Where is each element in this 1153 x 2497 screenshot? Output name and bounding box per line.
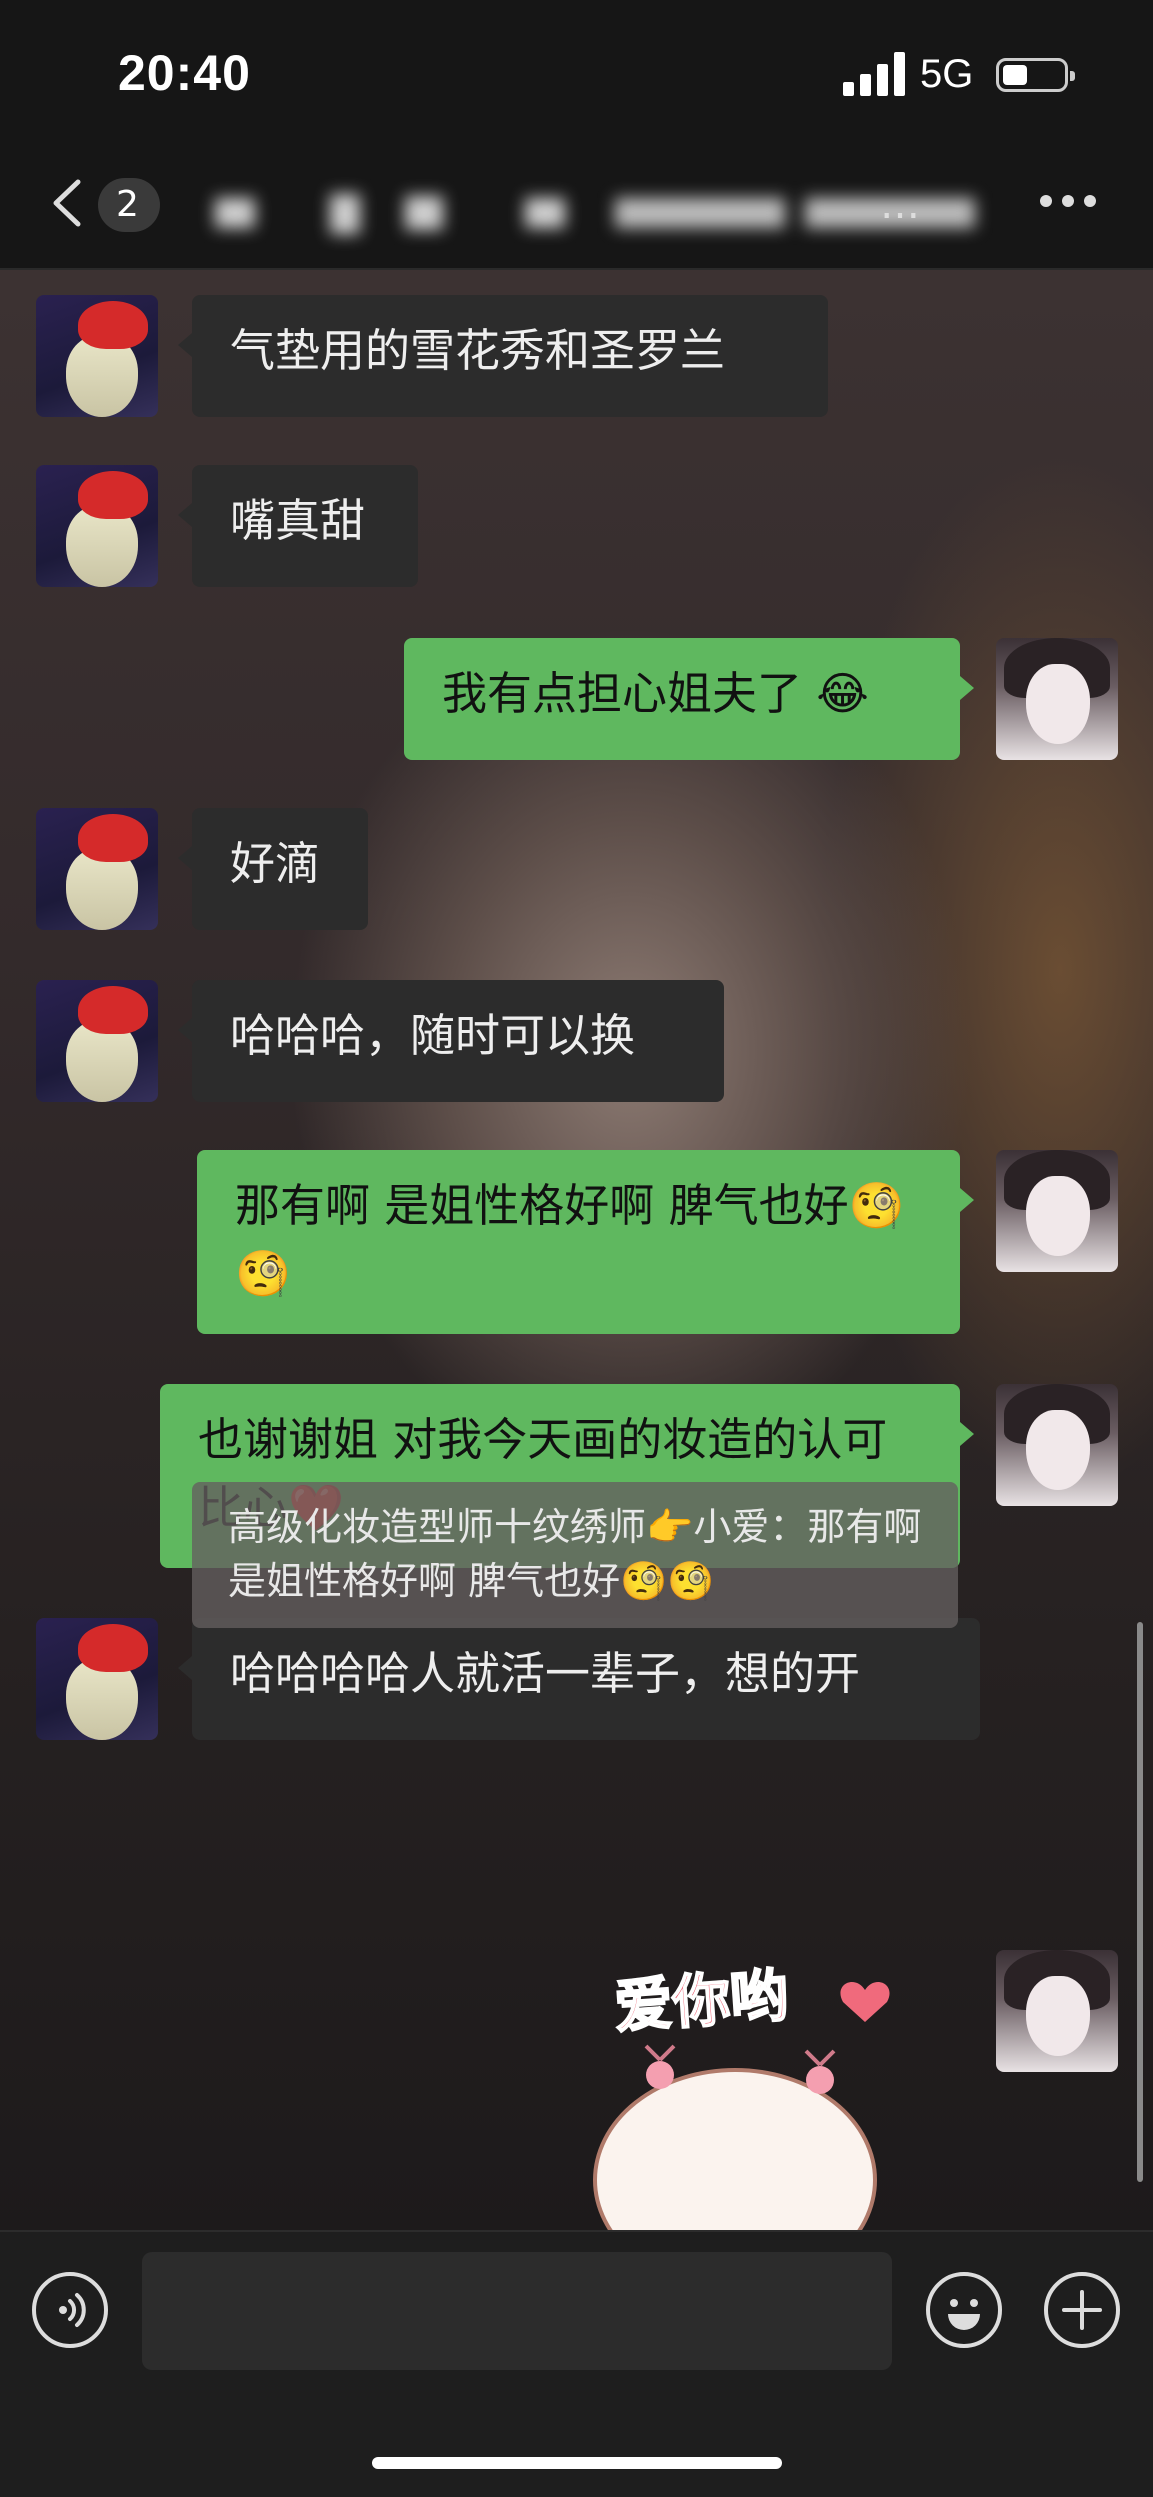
more-icon[interactable] [1040,195,1100,215]
emoji-icon[interactable] [926,2272,1002,2348]
chat-area[interactable]: 气垫用的雪花秀和圣罗兰 嘴真甜 我有点担心姐夫了 😂 好滴 哈哈哈，随时可以换 … [0,270,1153,2230]
contact-avatar[interactable] [36,980,158,1102]
sticker-message[interactable]: 爱你哟 [570,1950,930,2292]
contact-avatar[interactable] [36,295,158,417]
my-avatar[interactable] [996,638,1118,760]
plus-icon[interactable] [1044,2272,1120,2348]
message-bubble[interactable]: 嘴真甜 [178,465,418,587]
status-time: 20:40 [118,45,251,101]
network-type: 5G [920,52,974,96]
message-bubble[interactable]: 气垫用的雪花秀和圣罗兰 [178,295,828,417]
battery-icon [996,58,1075,92]
contact-avatar[interactable] [36,465,158,587]
sticker-text: 爱你哟 [611,1960,791,2042]
message-bubble[interactable]: 哈哈哈，随时可以换 [178,980,724,1102]
signal-icon [843,52,905,96]
chat-title-blurred [215,190,975,238]
contact-avatar[interactable] [36,808,158,930]
message-bubble[interactable]: 哈哈哈哈人就活一辈子，想的开 [178,1618,980,1740]
message-input[interactable] [142,2252,892,2370]
contact-avatar[interactable] [36,1618,158,1740]
message-bubble[interactable]: 好滴 [178,808,368,930]
my-avatar[interactable] [996,1384,1118,1506]
unread-badge: 2 [98,178,160,232]
chat-title[interactable]: … [880,182,960,242]
quoted-message[interactable]: 高级化妆造型师十纹绣师👉小爱：那有啊 是姐性格好啊 脾气也好🧐🧐 [192,1482,958,1628]
message-bubble[interactable]: 那有啊 是姐性格好啊 脾气也好🧐🧐 [197,1150,974,1334]
scrollbar[interactable] [1137,1622,1143,2182]
my-avatar[interactable] [996,1950,1118,2072]
home-indicator[interactable] [372,2457,782,2469]
my-avatar[interactable] [996,1150,1118,1272]
voice-icon[interactable] [32,2272,108,2348]
message-bubble[interactable]: 我有点担心姐夫了 😂 [404,638,974,760]
chevron-left-icon[interactable] [48,176,88,230]
